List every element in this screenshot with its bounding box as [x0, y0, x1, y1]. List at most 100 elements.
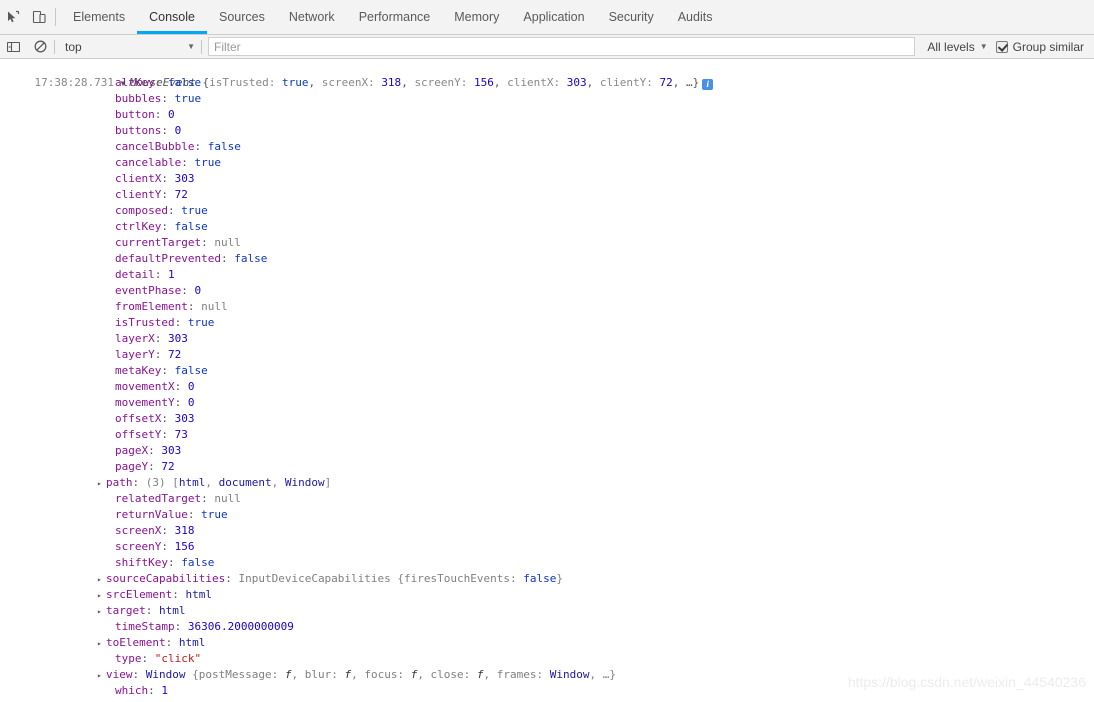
- disclosure-triangle-icon[interactable]: ▸: [97, 636, 106, 652]
- property-row[interactable]: detail: 1: [0, 267, 1094, 283]
- property-row[interactable]: which: 1: [0, 683, 1094, 699]
- tab-audits[interactable]: Audits: [666, 0, 725, 34]
- property-row[interactable]: cancelable: true: [0, 155, 1094, 171]
- property-value: 0: [168, 108, 175, 121]
- property-row[interactable]: eventPhase: 0: [0, 283, 1094, 299]
- property-row[interactable]: fromElement: null: [0, 299, 1094, 315]
- property-row[interactable]: offsetY: 73: [0, 427, 1094, 443]
- property-key: target: [106, 604, 146, 617]
- tab-sources[interactable]: Sources: [207, 0, 277, 34]
- value-text: , …}: [589, 668, 617, 681]
- property-row[interactable]: ▸ toElement: html: [0, 635, 1094, 651]
- property-row[interactable]: pageX: 303: [0, 443, 1094, 459]
- property-row[interactable]: ▸ view: Window {postMessage: f, blur: f, …: [0, 667, 1094, 683]
- disclosure-triangle-icon[interactable]: ▸: [97, 588, 106, 604]
- property-row[interactable]: returnValue: true: [0, 507, 1094, 523]
- property-row[interactable]: bubbles: true: [0, 91, 1094, 107]
- property-key: defaultPrevented: [115, 252, 221, 265]
- console-message-header[interactable]: 17:38:28.731 ▼ MouseEvent {isTrusted: tru…: [0, 59, 1094, 90]
- tab-security[interactable]: Security: [597, 0, 666, 34]
- property-row[interactable]: movementY: 0: [0, 395, 1094, 411]
- value-text: ,: [205, 476, 219, 489]
- property-row[interactable]: composed: true: [0, 203, 1094, 219]
- property-value: html: [159, 604, 186, 617]
- console-message-list[interactable]: 17:38:28.731 ▼ MouseEvent {isTrusted: tru…: [0, 59, 1094, 700]
- property-row[interactable]: ▸ srcElement: html: [0, 587, 1094, 603]
- inspect-element-icon[interactable]: [0, 0, 26, 34]
- group-similar-toggle[interactable]: Group similar: [995, 40, 1094, 54]
- filter-input[interactable]: Filter: [208, 37, 916, 56]
- property-key: bubbles: [115, 92, 162, 105]
- property-key: offsetX: [115, 412, 162, 425]
- property-row[interactable]: layerY: 72: [0, 347, 1094, 363]
- log-levels-select[interactable]: All levels ▼: [919, 40, 995, 54]
- tab-elements[interactable]: Elements: [61, 0, 137, 34]
- value-text: , close:: [417, 668, 477, 681]
- property-value: true: [194, 156, 221, 169]
- tab-label: Security: [608, 10, 654, 24]
- property-value: false: [181, 556, 215, 569]
- group-similar-checkbox[interactable]: [995, 40, 1008, 53]
- property-key: offsetY: [115, 428, 162, 441]
- property-row[interactable]: ▸ path: (3) [html, document, Window]: [0, 475, 1094, 491]
- property-row[interactable]: button: 0: [0, 107, 1094, 123]
- value-text: [: [165, 476, 179, 489]
- property-row[interactable]: pageY: 72: [0, 459, 1094, 475]
- property-key: metaKey: [115, 364, 162, 377]
- disclosure-triangle-icon[interactable]: ▸: [97, 476, 106, 492]
- property-colon: :: [161, 364, 175, 377]
- property-key: pageY: [115, 460, 149, 473]
- disclosure-triangle-icon[interactable]: ▸: [97, 668, 106, 684]
- property-value: "click": [154, 652, 202, 665]
- property-row[interactable]: altKey: false: [0, 75, 1094, 91]
- tab-application[interactable]: Application: [511, 0, 596, 34]
- property-key: isTrusted: [115, 316, 175, 329]
- property-key: detail: [115, 268, 155, 281]
- toolbar-divider: [201, 39, 202, 54]
- value-token: Window: [549, 668, 590, 681]
- property-key: altKey: [115, 76, 155, 89]
- property-row[interactable]: movementX: 0: [0, 379, 1094, 395]
- property-colon: :: [201, 492, 215, 505]
- property-row[interactable]: ctrlKey: false: [0, 219, 1094, 235]
- property-row[interactable]: screenX: 318: [0, 523, 1094, 539]
- property-key: pageX: [115, 444, 149, 457]
- property-row[interactable]: defaultPrevented: false: [0, 251, 1094, 267]
- property-row[interactable]: ▸ sourceCapabilities: InputDeviceCapabili…: [0, 571, 1094, 587]
- property-key: toElement: [106, 636, 166, 649]
- property-value: 1: [161, 684, 168, 697]
- property-row[interactable]: offsetX: 303: [0, 411, 1094, 427]
- property-row[interactable]: screenY: 156: [0, 539, 1094, 555]
- clear-console-icon[interactable]: [27, 35, 54, 59]
- property-row[interactable]: shiftKey: false: [0, 555, 1094, 571]
- property-value: true: [201, 508, 228, 521]
- property-row[interactable]: ▸ target: html: [0, 603, 1094, 619]
- property-colon: :: [132, 668, 146, 681]
- disclosure-triangle-icon[interactable]: ▸: [97, 572, 106, 588]
- property-row[interactable]: buttons: 0: [0, 123, 1094, 139]
- tab-label: Performance: [358, 10, 431, 24]
- device-toolbar-icon[interactable]: [26, 0, 52, 34]
- tab-performance[interactable]: Performance: [347, 0, 443, 34]
- property-row[interactable]: isTrusted: true: [0, 315, 1094, 331]
- tab-console[interactable]: Console: [137, 0, 207, 34]
- value-text: ]: [324, 476, 332, 489]
- console-sidebar-icon[interactable]: [0, 35, 27, 59]
- value-text: }: [556, 572, 563, 585]
- property-row[interactable]: relatedTarget: null: [0, 491, 1094, 507]
- property-value: false: [174, 220, 208, 233]
- property-key: shiftKey: [115, 556, 168, 569]
- execution-context-select[interactable]: top ▼: [55, 37, 201, 57]
- property-row[interactable]: layerX: 303: [0, 331, 1094, 347]
- property-row[interactable]: cancelBubble: false: [0, 139, 1094, 155]
- property-row[interactable]: timeStamp: 36306.2000000009: [0, 619, 1094, 635]
- property-row[interactable]: type: "click": [0, 651, 1094, 667]
- property-row[interactable]: currentTarget: null: [0, 235, 1094, 251]
- property-row[interactable]: clientY: 72: [0, 187, 1094, 203]
- disclosure-triangle-icon[interactable]: ▸: [97, 604, 106, 620]
- tab-memory[interactable]: Memory: [442, 0, 511, 34]
- property-row[interactable]: clientX: 303: [0, 171, 1094, 187]
- tab-network[interactable]: Network: [277, 0, 347, 34]
- property-colon: :: [220, 252, 235, 265]
- property-row[interactable]: metaKey: false: [0, 363, 1094, 379]
